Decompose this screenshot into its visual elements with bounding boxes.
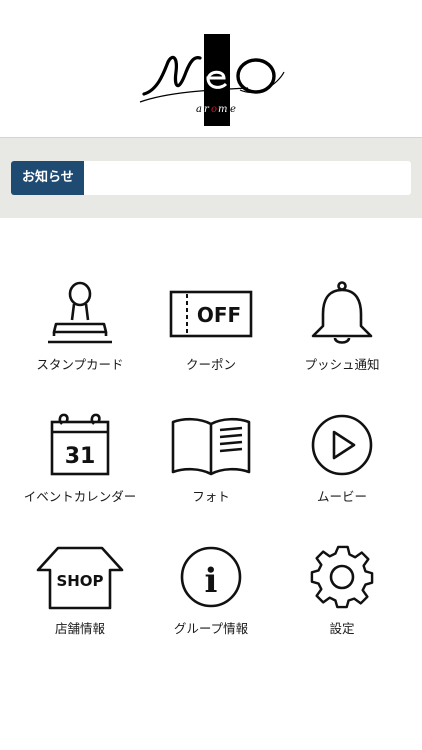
menu-item-group-info[interactable]: i グループ情報 — [141, 544, 281, 654]
menu-item-push-notification[interactable]: プッシュ通知 — [272, 280, 412, 390]
notice-text[interactable] — [95, 161, 403, 195]
svg-text:e: e — [230, 104, 237, 115]
play-icon — [311, 414, 373, 476]
menu-item-stamp-card[interactable]: スタンプカード — [10, 280, 150, 390]
menu-label: 店舗情報 — [54, 621, 105, 636]
svg-text:m: m — [218, 104, 228, 115]
photo-book-icon — [171, 417, 251, 476]
coupon-off-text: OFF — [197, 303, 241, 327]
menu-item-photo[interactable]: フォト — [141, 412, 281, 522]
info-icon: i — [180, 546, 242, 608]
menu-label: グループ情報 — [173, 621, 249, 636]
menu-item-shop-info[interactable]: SHOP 店舗情報 — [10, 544, 150, 654]
gear-icon — [310, 545, 374, 609]
menu-label: フォト — [192, 489, 230, 504]
notice-section: お知らせ — [0, 137, 422, 218]
shop-icon: SHOP — [36, 546, 124, 610]
shop-sign-text: SHOP — [56, 572, 103, 590]
menu-label: クーポン — [185, 357, 236, 372]
svg-text:a: a — [196, 104, 203, 115]
bell-icon — [311, 281, 373, 344]
calendar-date-text: 31 — [65, 444, 96, 469]
menu-item-movie[interactable]: ムービー — [272, 412, 412, 522]
menu-label: 設定 — [329, 621, 355, 636]
svg-text:r: r — [204, 104, 210, 115]
menu-item-settings[interactable]: 設定 — [272, 544, 412, 654]
notice-label: お知らせ — [11, 161, 84, 195]
menu-item-coupon[interactable]: OFF クーポン — [141, 280, 281, 390]
menu-item-event-calendar[interactable]: 31 イベントカレンダー — [10, 412, 150, 522]
calendar-icon: 31 — [50, 413, 110, 476]
coupon-icon: OFF — [169, 290, 253, 338]
app-header: a r o m e — [0, 0, 422, 137]
menu-label: ムービー — [316, 489, 367, 504]
notice-bar[interactable]: お知らせ — [11, 161, 411, 195]
stamp-icon — [48, 281, 112, 344]
menu-label: スタンプカード — [36, 357, 124, 372]
svg-text:o: o — [211, 104, 218, 115]
menu-label: プッシュ通知 — [304, 357, 380, 372]
info-letter: i — [205, 561, 218, 601]
neo-arome-logo: a r o m e — [139, 34, 285, 126]
menu-label: イベントカレンダー — [23, 489, 137, 504]
